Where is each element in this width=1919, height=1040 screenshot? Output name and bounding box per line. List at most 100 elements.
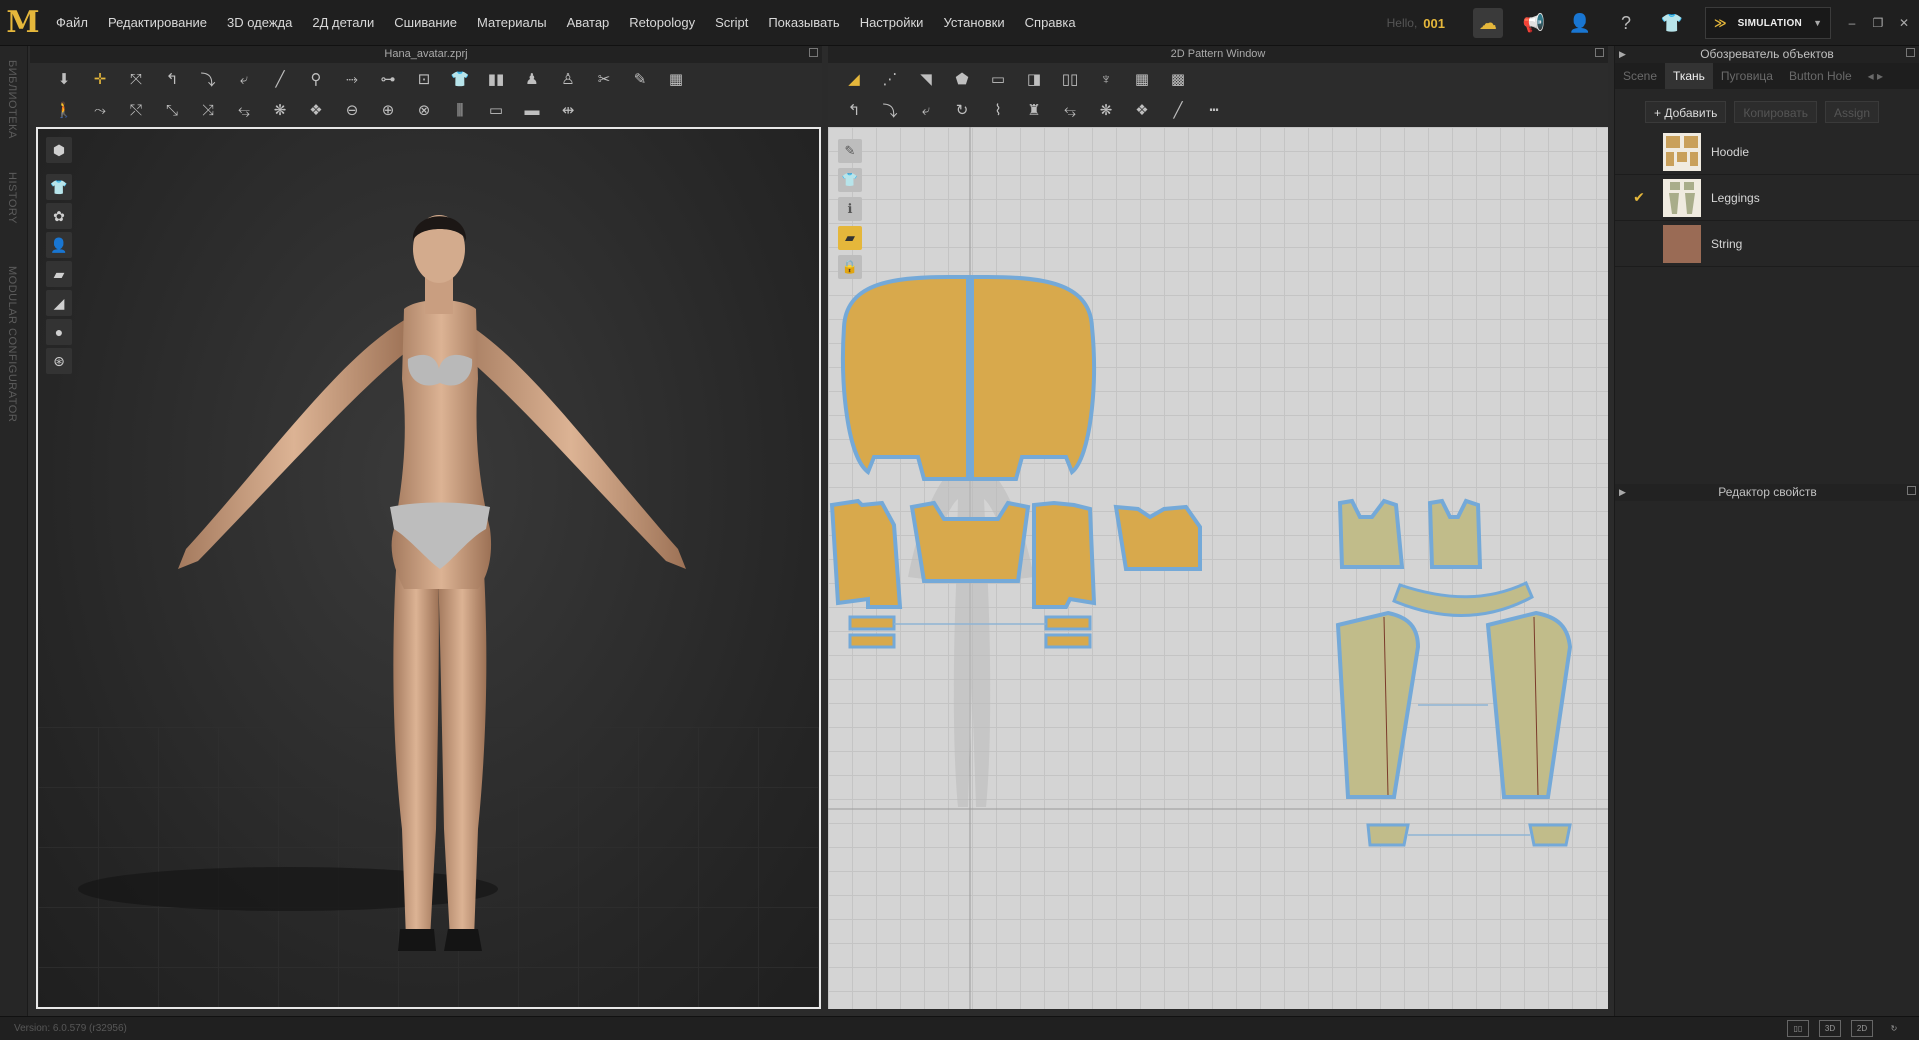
avatar-pose-icon[interactable]: ♟ — [519, 66, 545, 92]
stitch-tool-icon[interactable]: ⤲ — [123, 97, 149, 123]
pattern-sleeve-right[interactable] — [1032, 500, 1097, 609]
tab-button-hole[interactable]: Button Hole — [1781, 63, 1860, 89]
menu-3d-garment[interactable]: 3D одежда — [217, 0, 302, 46]
tab-button[interactable]: Пуговица — [1713, 63, 1781, 89]
zipper-tool-icon[interactable]: ⫼ — [447, 97, 473, 123]
check-sew-icon[interactable]: ↻ — [949, 97, 975, 123]
tack-tool-icon[interactable]: ⤑ — [339, 66, 365, 92]
topstitch-icon[interactable]: ⥃ — [231, 97, 257, 123]
edit-point-icon[interactable]: ⋰ — [877, 66, 903, 92]
restore-button[interactable]: ❐ — [1867, 12, 1889, 34]
fold-tool-icon[interactable]: ↰ — [159, 66, 185, 92]
close-button[interactable]: ✕ — [1893, 12, 1915, 34]
minimize-button[interactable]: – — [1841, 12, 1863, 34]
garment-mode-icon[interactable]: 👕 — [1657, 8, 1687, 38]
side-tab-history[interactable]: HISTORY — [6, 172, 18, 224]
puckering-icon[interactable]: ❋ — [267, 97, 293, 123]
pattern-legging-left[interactable] — [1335, 610, 1421, 799]
transform-pattern-icon[interactable]: ◢ — [841, 66, 867, 92]
menu-retopology[interactable]: Retopology — [619, 0, 705, 46]
assign-fabric-button[interactable]: Assign — [1825, 101, 1880, 123]
walk-pose-icon[interactable]: 🚶 — [51, 97, 77, 123]
rectangle-tool-icon[interactable]: ▭ — [985, 66, 1011, 92]
pattern-cuff-2[interactable] — [848, 633, 896, 649]
fabric-item-hoodie[interactable]: Hoodie — [1615, 129, 1919, 175]
grid-select-icon[interactable]: ▦ — [1129, 66, 1155, 92]
tab-scene[interactable]: Scene — [1615, 63, 1665, 89]
transform-tool-icon[interactable]: ⤧ — [123, 66, 149, 92]
fold-2d-icon[interactable]: ❖ — [1129, 97, 1155, 123]
menu-sewing[interactable]: Сшивание — [384, 0, 467, 46]
pattern-front-body[interactable] — [1113, 504, 1202, 571]
m-n-sew-icon[interactable]: ⤶ — [913, 97, 939, 123]
collapse-arrow-icon[interactable]: ▶ — [1619, 46, 1626, 63]
menu-settings[interactable]: Настройки — [850, 0, 934, 46]
garment-tool-icon[interactable]: 👕 — [447, 66, 473, 92]
user-icon[interactable]: 👤 — [1565, 8, 1595, 38]
select-arrow-icon[interactable]: ⬇ — [51, 66, 77, 92]
menu-2d-pattern[interactable]: 2Д детали — [302, 0, 384, 46]
pattern-legging-right[interactable] — [1485, 610, 1573, 799]
internal-polygon-icon[interactable]: ◨ — [1021, 66, 1047, 92]
menu-script[interactable]: Script — [705, 0, 758, 46]
ruler-tool-icon[interactable]: ▬ — [519, 97, 545, 123]
menu-avatar[interactable]: Аватар — [557, 0, 620, 46]
pin-tool-icon[interactable]: ⚲ — [303, 66, 329, 92]
tabs-scroll-icon[interactable]: ◂ ▸ — [1860, 63, 1891, 89]
pants-tool-icon[interactable]: ▮▮ — [483, 66, 509, 92]
fit-tool-icon[interactable]: ⊡ — [411, 66, 437, 92]
side-tab-library[interactable]: БИБЛИОТЕКА — [6, 60, 18, 139]
cloud-sync-icon[interactable]: ☁ — [1473, 8, 1503, 38]
view-3d-icon[interactable]: 3D — [1819, 1020, 1841, 1037]
copy-fabric-button[interactable]: Копировать — [1734, 101, 1817, 123]
fasten-tool-icon[interactable]: ⊗ — [411, 97, 437, 123]
tape-tool-icon[interactable]: ▭ — [483, 97, 509, 123]
buttonhole-tool-icon[interactable]: ⊕ — [375, 97, 401, 123]
trace-tool-icon[interactable]: ▯▯ — [1057, 66, 1083, 92]
line-tool-icon[interactable]: ╱ — [267, 66, 293, 92]
move-tool-icon[interactable]: ✛ — [87, 66, 113, 92]
curve-tool-icon[interactable]: ⤶ — [231, 66, 257, 92]
pattern-hood-left[interactable] — [841, 275, 970, 481]
tab-fabric[interactable]: Ткань — [1665, 63, 1713, 89]
pattern-cuff-3[interactable] — [1044, 615, 1092, 631]
pattern-top-back[interactable] — [1337, 498, 1405, 569]
announcement-icon[interactable]: 📢 — [1519, 8, 1549, 38]
grid-edit-icon[interactable]: ▩ — [1165, 66, 1191, 92]
texture-2d-icon[interactable]: ▰ — [838, 226, 862, 250]
info-view-icon[interactable]: ℹ — [838, 197, 862, 221]
pattern-hood-right[interactable] — [970, 275, 1096, 481]
pattern-legging-cuff-right[interactable] — [1528, 823, 1572, 847]
simulation-mode-dropdown[interactable]: ≫ SIMULATION ▼ — [1705, 7, 1831, 39]
split-view-icon[interactable]: ▯▯ — [1787, 1020, 1809, 1037]
button-tool-icon[interactable]: ⊖ — [339, 97, 365, 123]
grid-tool-icon[interactable]: ▦ — [663, 66, 689, 92]
pattern-top-front[interactable] — [1427, 498, 1483, 569]
edit-curvature-icon[interactable]: ◥ — [913, 66, 939, 92]
pattern-legging-cuff-left[interactable] — [1366, 823, 1410, 847]
shirt-view-icon[interactable]: 👕 — [838, 168, 862, 192]
segment-tool-icon[interactable]: ⤡ — [159, 97, 185, 123]
popout-icon[interactable] — [1906, 48, 1915, 57]
viewport-3d[interactable]: ⬢ 👕 ✿ 👤 ▰ ◢ ● ⊛ — [36, 127, 821, 1009]
fabric-item-leggings[interactable]: ✔ Leggings — [1615, 175, 1919, 221]
tape-2d-icon[interactable]: ⌇ — [985, 97, 1011, 123]
popout-icon[interactable] — [1907, 486, 1916, 495]
dashed-line-icon[interactable]: ┅ — [1201, 97, 1227, 123]
menu-file[interactable]: Файл — [46, 0, 98, 46]
popout-icon[interactable] — [1595, 48, 1604, 57]
puckering-2d-icon[interactable]: ❋ — [1093, 97, 1119, 123]
lock-view-icon[interactable]: 🔒 — [838, 255, 862, 279]
brush-tool-icon[interactable]: ✎ — [627, 66, 653, 92]
fold-arrange-icon[interactable]: ❖ — [303, 97, 329, 123]
menu-materials[interactable]: Материалы — [467, 0, 557, 46]
fabric-item-string[interactable]: String — [1615, 221, 1919, 267]
topstitch-2d-icon[interactable]: ⥃ — [1057, 97, 1083, 123]
free-sew-icon[interactable]: ⤨ — [195, 97, 221, 123]
menu-edit[interactable]: Редактирование — [98, 0, 217, 46]
pattern-waistband[interactable] — [1392, 580, 1534, 618]
pleat-2d-icon[interactable]: ♜ — [1021, 97, 1047, 123]
segment-sew-icon[interactable]: ↰ — [841, 97, 867, 123]
side-tab-modular-configurator[interactable]: MODULAR CONFIGURATOR — [6, 266, 18, 422]
dart-tool-icon[interactable]: ♆ — [1093, 66, 1119, 92]
